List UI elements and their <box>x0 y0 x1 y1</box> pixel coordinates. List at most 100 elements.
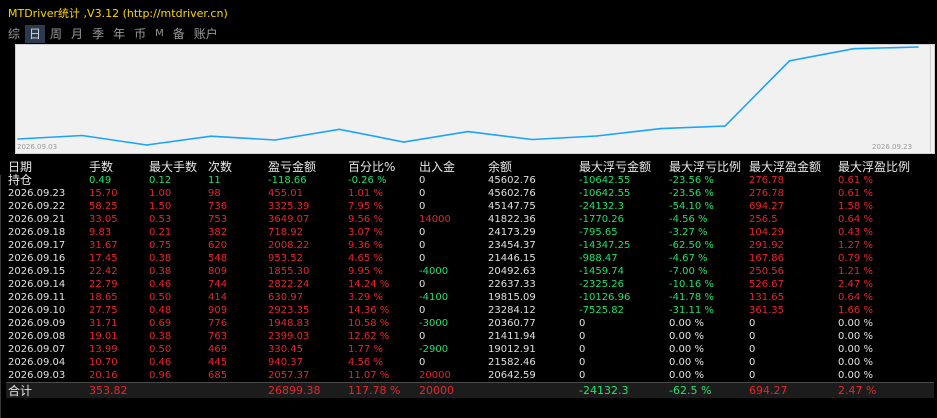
tab-month[interactable]: 月 <box>67 25 87 43</box>
cell-deposit: 0 <box>419 279 426 290</box>
cell-profit: 3325.39 <box>268 201 310 212</box>
cell-max-float-profit-pct: 1.27 % <box>838 240 873 251</box>
cell-max-float-loss-pct: -31.11 % <box>669 305 714 316</box>
cell-max-lots: 0.69 <box>149 318 172 329</box>
cell-percent: 12.62 % <box>348 331 390 342</box>
cell-percent: 3.07 % <box>348 227 383 238</box>
balance-point <box>788 60 791 62</box>
cell-max-float-loss-pct: -23.56 % <box>669 188 714 199</box>
cell-deposit: 0 <box>419 305 426 316</box>
cell-max-float-profit: 0 <box>749 370 756 381</box>
cell-date: 2026.09.18 <box>8 227 66 238</box>
cell-balance: 24173.29 <box>488 227 536 238</box>
cell-max-float-loss: 0 <box>579 318 586 329</box>
cell-lots: 22.42 <box>89 266 118 277</box>
cell-max-lots: 0.46 <box>149 279 172 290</box>
cell-lots: 10.70 <box>89 357 118 368</box>
cell-max-float-loss: 0 <box>579 357 586 368</box>
header-max-lots: 最大手数 <box>149 160 198 174</box>
cell-max-float-loss: -10642.55 <box>579 188 631 199</box>
cell-max-float-loss: 0 <box>579 344 586 355</box>
tab-day[interactable]: 日 <box>25 25 46 43</box>
cell-percent: 9.95 % <box>348 266 383 277</box>
cell-max-float-profit-pct: 0.00 % <box>838 331 873 342</box>
cell-max-lots: 0.50 <box>149 292 172 303</box>
total-max-float-loss-pct: -62.5 % <box>669 384 712 397</box>
cell-max-lots: 0.38 <box>149 253 172 264</box>
cell-deposit: 14000 <box>419 214 451 225</box>
cell-profit: 940.37 <box>268 357 303 368</box>
cell-max-float-loss: -2325.26 <box>579 279 624 290</box>
cell-lots: 33.05 <box>89 214 118 225</box>
cell-max-float-profit-pct: 0.64 % <box>838 292 873 303</box>
cell-count: 763 <box>208 331 228 342</box>
holding-percent: -0.26 % <box>348 175 387 186</box>
balance-point <box>852 47 855 50</box>
cell-count: 776 <box>208 318 228 329</box>
tab-summary[interactable]: 综 <box>4 25 24 43</box>
equity-chart-svg <box>17 46 919 146</box>
cell-max-float-loss-pct: 0.00 % <box>669 370 704 381</box>
cell-max-float-profit: 0 <box>749 331 756 342</box>
holding-count: 11 <box>208 175 221 186</box>
cell-max-float-profit: 256.5 <box>749 214 778 225</box>
cell-percent: 1.01 % <box>348 188 383 199</box>
total-lots: 353.82 <box>89 384 128 397</box>
cell-max-float-loss-pct: 0.00 % <box>669 331 704 342</box>
table-row: 2026.09.09 31.71 0.69 776 1948.83 10.58 % -300… <box>6 317 934 330</box>
table-row: 2026.09.21 33.05 0.53 753 3649.07 9.56 % 14000… <box>6 213 934 226</box>
cell-balance: 19815.09 <box>488 292 536 303</box>
cell-max-lots: 0.48 <box>149 305 172 316</box>
total-profit: 26899.38 <box>268 384 321 397</box>
balance-point <box>210 135 212 137</box>
cell-percent: 10.58 % <box>348 318 390 329</box>
header-max-float-profit-pct: 最大浮盈比例 <box>838 160 911 174</box>
tab-note[interactable]: 备 <box>169 25 189 43</box>
tab-year[interactable]: 年 <box>109 25 129 43</box>
cell-count: 809 <box>208 266 228 277</box>
cell-percent: 14.24 % <box>348 279 390 290</box>
total-row: 合计 353.82 26899.38 117.78 % 20000 -24132.3 -62… <box>6 382 934 398</box>
cell-date: 2026.09.22 <box>8 201 66 212</box>
cell-date: 2026.09.21 <box>8 214 66 225</box>
cell-profit: 2822.24 <box>268 279 310 290</box>
cell-count: 685 <box>208 370 228 381</box>
cell-max-float-profit: 0 <box>749 344 756 355</box>
cell-lots: 9.83 <box>89 227 112 238</box>
cell-date: 2026.09.07 <box>8 344 66 355</box>
cell-max-float-profit: 131.65 <box>749 292 784 303</box>
cell-percent: 1.77 % <box>348 344 383 355</box>
cell-percent: 9.56 % <box>348 214 383 225</box>
cell-deposit: -4100 <box>419 292 449 303</box>
tab-currency[interactable]: 币 <box>130 25 150 43</box>
cell-profit: 953.52 <box>268 253 303 264</box>
table-row: 2026.09.17 31.67 0.75 620 2008.22 9.36 % 0 2345… <box>6 239 934 252</box>
tab-account[interactable]: 账户 <box>190 25 222 43</box>
cell-max-float-loss-pct: -54.10 % <box>669 201 714 212</box>
table-row: 2026.09.15 22.42 0.38 809 1855.30 9.95 % -4000… <box>6 265 934 278</box>
cell-max-lots: 0.38 <box>149 266 172 277</box>
cell-max-float-loss-pct: -41.78 % <box>669 292 714 303</box>
cell-percent: 4.65 % <box>348 253 383 264</box>
cell-balance: 21582.46 <box>488 357 536 368</box>
cell-max-float-loss-pct: -7.00 % <box>669 266 708 277</box>
cell-count: 548 <box>208 253 228 264</box>
header-max-float-profit: 最大浮盈金额 <box>749 160 822 174</box>
tab-quarter[interactable]: 季 <box>88 25 108 43</box>
tab-week[interactable]: 周 <box>46 25 66 43</box>
cell-max-float-profit-pct: 0.00 % <box>838 357 873 368</box>
balance-point <box>660 127 662 130</box>
cell-balance: 20492.63 <box>488 266 536 277</box>
cell-balance: 22637.33 <box>488 279 536 290</box>
total-max-float-profit-pct: 2.47 % <box>838 384 877 397</box>
cell-profit: 630.97 <box>268 292 303 303</box>
cell-count: 445 <box>208 357 228 368</box>
cell-max-float-loss: -14347.25 <box>579 240 631 251</box>
table-header: 日期 手数 最大手数 次数 盈亏金额 百分比% 出入金 余额 最大浮亏金额 最大浮亏比例 最大浮盈金… <box>6 160 934 174</box>
cell-profit: 2057.37 <box>268 370 310 381</box>
total-deposit: 20000 <box>419 384 454 397</box>
cell-max-lots: 1.50 <box>149 201 172 212</box>
header-balance: 余额 <box>488 160 513 174</box>
balance-point <box>531 138 534 141</box>
tab-m[interactable]: M <box>151 25 168 43</box>
